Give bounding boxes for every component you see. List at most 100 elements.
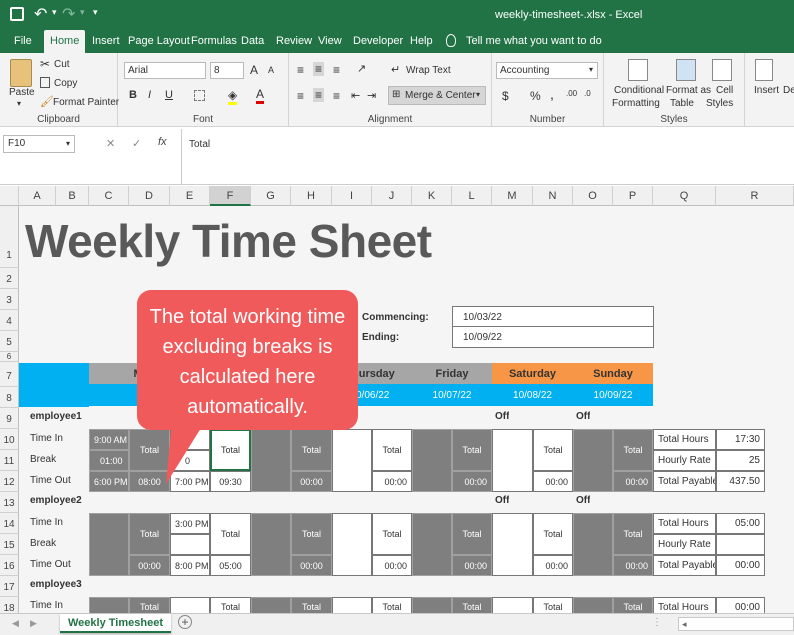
- total-hours-value[interactable]: 00:00: [716, 597, 765, 613]
- redo-dropdown-icon[interactable]: ▾: [80, 7, 85, 18]
- wed-total-value[interactable]: 00:00: [291, 555, 332, 576]
- hourly-rate-value[interactable]: [716, 534, 765, 555]
- tab-view[interactable]: View: [312, 30, 348, 53]
- ending-value[interactable]: 10/09/22: [452, 326, 654, 348]
- fri-inputs[interactable]: [412, 513, 452, 576]
- row-header-2[interactable]: 2: [0, 268, 19, 289]
- format-painter-button[interactable]: Format Painter: [53, 97, 119, 108]
- decrease-indent-icon[interactable]: ⇤: [351, 89, 360, 102]
- sheet-options-icon[interactable]: ⋮: [652, 617, 662, 628]
- column-header-r[interactable]: R: [716, 186, 794, 206]
- customize-toolbar-icon[interactable]: ▾: [93, 7, 98, 18]
- font-size-select[interactable]: 8: [210, 62, 244, 79]
- row-header-7[interactable]: 7: [0, 362, 19, 387]
- spreadsheet-grid[interactable]: A B C D E F G H I J K L M N O P Q R 1 2 …: [0, 186, 794, 613]
- tab-data[interactable]: Data: [235, 30, 270, 53]
- column-header-c[interactable]: C: [89, 186, 129, 206]
- conditional-formatting-icon[interactable]: [628, 59, 648, 81]
- font-name-select[interactable]: Arial: [124, 62, 206, 79]
- cell-styles-label2[interactable]: Styles: [706, 98, 733, 109]
- total-payable-value[interactable]: 437.50: [716, 471, 765, 492]
- thu-inputs[interactable]: [332, 429, 372, 492]
- total-payable-value[interactable]: 00:00: [716, 555, 765, 576]
- column-header-o[interactable]: O: [573, 186, 613, 206]
- horizontal-scrollbar[interactable]: ◂: [678, 617, 794, 631]
- column-header-m[interactable]: M: [492, 186, 533, 206]
- column-header-e[interactable]: E: [170, 186, 210, 206]
- formula-input[interactable]: Total: [181, 129, 794, 184]
- conditional-formatting-button[interactable]: Conditional: [614, 85, 664, 96]
- fri-inputs[interactable]: [412, 429, 452, 492]
- cancel-entry-icon[interactable]: ✕: [106, 137, 115, 150]
- align-center-icon[interactable]: ≡: [313, 88, 325, 102]
- sat-inputs[interactable]: [492, 429, 533, 492]
- row-header-3[interactable]: 3: [0, 289, 19, 310]
- borders-icon[interactable]: [194, 90, 205, 101]
- percent-button[interactable]: %: [530, 89, 541, 103]
- row-header-16[interactable]: 16: [0, 555, 19, 576]
- column-header-p[interactable]: P: [613, 186, 653, 206]
- column-header-g[interactable]: G: [251, 186, 291, 206]
- tab-insert[interactable]: Insert: [86, 30, 126, 53]
- row-header-4[interactable]: 4: [0, 310, 19, 331]
- tue-time-out[interactable]: 8:00 PM: [170, 555, 210, 576]
- wed-inputs[interactable]: [251, 597, 291, 613]
- row-header-5[interactable]: 5: [0, 331, 19, 352]
- wrap-text-icon[interactable]: ↵: [391, 63, 400, 76]
- row-header-11[interactable]: 11: [0, 450, 19, 471]
- name-box-dropdown-icon[interactable]: ▾: [66, 139, 70, 148]
- thu-total-value[interactable]: 00:00: [372, 555, 412, 576]
- tue-total-value[interactable]: 05:00: [210, 555, 251, 576]
- sun-total-value[interactable]: 00:00: [613, 555, 653, 576]
- total-hours-value[interactable]: 05:00: [716, 513, 765, 534]
- increase-decimal-icon[interactable]: .00: [566, 89, 577, 98]
- sun-inputs[interactable]: [573, 597, 613, 613]
- row-header-17[interactable]: 17: [0, 576, 19, 597]
- commencing-value[interactable]: 10/03/22: [452, 306, 654, 328]
- insert-cells-icon[interactable]: [755, 59, 773, 81]
- shrink-font-button[interactable]: A: [268, 65, 274, 75]
- column-header-a[interactable]: A: [19, 186, 56, 206]
- wed-total-value[interactable]: 00:00: [291, 471, 332, 492]
- undo-dropdown-icon[interactable]: ▾: [52, 7, 57, 18]
- align-right-icon[interactable]: ≡: [333, 89, 340, 103]
- tab-review[interactable]: Review: [270, 30, 318, 53]
- number-format-dropdown-icon[interactable]: ▾: [589, 65, 593, 74]
- column-header-b[interactable]: B: [56, 186, 89, 206]
- sun-total-value[interactable]: 00:00: [613, 471, 653, 492]
- insert-function-icon[interactable]: fx: [158, 136, 167, 148]
- scroll-sheets-left-icon[interactable]: ◀: [12, 618, 19, 629]
- cut-button[interactable]: Cut: [54, 59, 70, 70]
- increase-indent-icon[interactable]: ⇥: [367, 89, 376, 102]
- row-header-6[interactable]: 6: [0, 352, 19, 362]
- underline-button[interactable]: U: [165, 89, 173, 101]
- align-middle-icon[interactable]: ≡: [313, 62, 325, 76]
- sun-inputs[interactable]: [573, 429, 613, 492]
- column-header-h[interactable]: H: [291, 186, 332, 206]
- sat-total-value[interactable]: 00:00: [533, 471, 573, 492]
- thu-inputs[interactable]: [332, 513, 372, 576]
- align-bottom-icon[interactable]: ≡: [333, 63, 340, 77]
- save-icon[interactable]: [10, 7, 24, 21]
- fri-inputs[interactable]: [412, 597, 452, 613]
- hourly-rate-value[interactable]: 25: [716, 450, 765, 471]
- align-left-icon[interactable]: ≡: [297, 89, 304, 103]
- tab-help[interactable]: Help: [404, 30, 439, 53]
- cell-styles-button[interactable]: Cell: [716, 85, 733, 96]
- format-as-table-icon[interactable]: [676, 59, 696, 81]
- mon-time-out[interactable]: 6:00 PM: [89, 471, 129, 492]
- decrease-decimal-icon[interactable]: .0: [584, 89, 591, 98]
- tab-developer[interactable]: Developer: [347, 30, 409, 53]
- scroll-left-icon[interactable]: ◂: [682, 619, 687, 630]
- sat-inputs[interactable]: [492, 513, 533, 576]
- sheet-tab-weekly-timesheet[interactable]: Weekly Timesheet: [60, 614, 171, 633]
- add-sheet-button[interactable]: +: [178, 615, 192, 629]
- column-header-l[interactable]: L: [452, 186, 492, 206]
- italic-button[interactable]: I: [148, 89, 151, 101]
- cut-icon[interactable]: ✂: [40, 57, 50, 71]
- column-header-n[interactable]: N: [533, 186, 573, 206]
- wed-inputs[interactable]: [251, 429, 291, 492]
- grow-font-button[interactable]: A: [250, 63, 258, 77]
- tell-me-search[interactable]: Tell me what you want to do: [460, 30, 608, 53]
- mon-time-in[interactable]: 9:00 AM: [89, 429, 129, 450]
